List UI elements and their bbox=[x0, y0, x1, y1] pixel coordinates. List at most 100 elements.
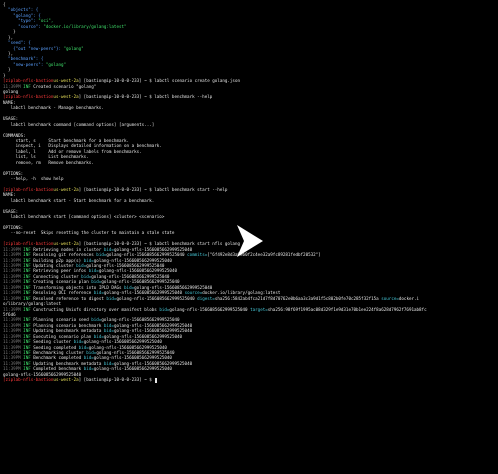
terminal-segment: bid= bbox=[83, 355, 94, 361]
terminal-segment: inspect, i Displays detailed information… bbox=[3, 143, 162, 149]
terminal-segment: 11:39PM bbox=[3, 350, 24, 355]
terminal-segment: Updating benchmark metadata bbox=[33, 328, 104, 334]
terminal-segment: INF bbox=[23, 339, 34, 345]
terminal-segment: [ziplab-nfls-bastion bbox=[3, 241, 54, 247]
terminal-segment: golang-nfls-1566085662999525040 bbox=[134, 284, 213, 290]
terminal-segment: bid= bbox=[106, 295, 117, 301]
terminal-segment: Resolved reference to digest bbox=[33, 295, 107, 301]
terminal-segment: INF bbox=[23, 279, 34, 285]
terminal-segment: "golang" bbox=[45, 61, 67, 67]
terminal-segment: ] [bastion@ip-10-0-0-233] ~ $ labctl sce… bbox=[78, 78, 240, 84]
terminal-segment: source= bbox=[381, 295, 399, 301]
terminal-segment: } bbox=[3, 29, 16, 35]
terminal-segment: target= bbox=[250, 306, 268, 312]
terminal-segment: Planning scenario seed bbox=[33, 317, 92, 323]
terminal-segment: [ziplab-nfls-bastion bbox=[3, 78, 54, 84]
terminal-segment: INF bbox=[23, 252, 34, 258]
terminal-segment: list, ls List benchmarks. bbox=[3, 154, 89, 160]
terminal-segment: 11:39PM bbox=[3, 257, 24, 263]
terminal-segment: golang-nfls-1566085662999525040 bbox=[106, 252, 188, 258]
terminal-segment: { bbox=[3, 2, 6, 7]
terminal-segment: 11:39PM bbox=[3, 317, 24, 323]
play-icon[interactable] bbox=[236, 224, 268, 258]
terminal-segment: golang-nfls-1566085662999525040 bbox=[93, 257, 172, 263]
terminal-segment: INF bbox=[23, 344, 34, 350]
terminal-segment: golang-nfls-1566085662999525040 bbox=[113, 246, 193, 252]
terminal-segment: bid= bbox=[96, 252, 107, 258]
terminal-segment: labctl benchmark - Manage benchmarks. bbox=[3, 105, 104, 111]
terminal-segment: Benchmark completed bbox=[33, 355, 84, 361]
terminal-segment: INF bbox=[23, 257, 34, 263]
terminal-segment: golang-nfls-1566085662999525040 bbox=[93, 366, 172, 372]
terminal-segment: [ziplab-nfls-bastion bbox=[3, 94, 54, 100]
terminal-segment: "source": bbox=[3, 23, 44, 29]
terminal-segment: bid= bbox=[81, 273, 92, 279]
terminal-segment: Constructing Unixfs directory over manif… bbox=[33, 306, 160, 312]
terminal-segment: Updating benchmark metadata bbox=[33, 360, 104, 366]
terminal-segment: bid= bbox=[78, 344, 89, 350]
terminal-segment: docker.io/library/golang:latest bbox=[202, 290, 281, 296]
terminal-segment: 11:39PM bbox=[3, 360, 24, 366]
terminal-segment: sha256:98f69f1995ac08d329f1e9d31e70b1ee2… bbox=[267, 306, 427, 312]
terminal-segment: 11:39PM bbox=[3, 366, 24, 372]
terminal-segment: golang-nfls-1566085662999525040 bbox=[101, 279, 180, 285]
terminal-segment: "golang": { bbox=[3, 12, 41, 18]
terminal-segment: digest= bbox=[197, 295, 215, 301]
terminal-segment: "oci", bbox=[38, 18, 54, 24]
terminal-segment: Executing scenario plan bbox=[33, 333, 94, 339]
terminal-output: { "objects": { "golang": { "type": "oci"… bbox=[3, 2, 498, 383]
terminal-segment: Completed benchmark bbox=[33, 366, 84, 372]
terminal-segment: 11:39PM bbox=[3, 246, 24, 252]
terminal-segment: golang-nfls-1566085662999525040 bbox=[91, 273, 170, 279]
terminal-segment: golang-nfls-1566085662999525040 bbox=[3, 371, 82, 377]
terminal-segment: Connecting cluster bbox=[33, 273, 82, 279]
terminal-segment: bid= bbox=[83, 257, 94, 263]
terminal-segment: golang-nfls-1566085662999525040 bbox=[116, 295, 198, 301]
terminal-segment: 11:39PM bbox=[3, 273, 24, 279]
terminal-segment: us-west-2a bbox=[53, 186, 79, 192]
terminal-segment: INF bbox=[23, 317, 34, 323]
terminal-segment: bid= bbox=[91, 279, 102, 285]
terminal-segment: golang-nfls-1566085662999525040 bbox=[113, 328, 193, 334]
terminal-segment: Seeding cluster bbox=[33, 339, 74, 345]
terminal-segment: 11:39PM bbox=[3, 284, 24, 290]
terminal-segment: }, bbox=[3, 50, 14, 56]
terminal-segment: INF bbox=[23, 328, 34, 334]
terminal-segment: NAME: bbox=[3, 192, 16, 198]
terminal-segment: bid= bbox=[103, 360, 114, 366]
terminal-segment: golang-nfls-1566085662999525040 bbox=[101, 317, 180, 323]
terminal-segment: bid= bbox=[93, 290, 104, 296]
terminal-window[interactable]: { "objects": { "golang": { "type": "oci"… bbox=[0, 0, 498, 474]
terminal-segment: golang-nfls-1566085662999525040 bbox=[83, 339, 162, 345]
terminal-segment: ] [bastion@ip-10-0-0-233] ~ $ labctl ben… bbox=[78, 94, 213, 100]
terminal-segment: --no-reset Skips resetting the cluster t… bbox=[3, 230, 175, 236]
terminal-segment: Resolving git references bbox=[33, 252, 97, 258]
terminal-segment: 11:39PM bbox=[3, 333, 24, 339]
terminal-segment: golang bbox=[3, 89, 19, 94]
terminal-segment: INF bbox=[23, 306, 34, 312]
terminal-segment: source= bbox=[184, 290, 203, 296]
terminal-segment: 11:39PM bbox=[3, 263, 24, 268]
terminal-segment: 11:39PM bbox=[3, 83, 24, 89]
terminal-segment: bid= bbox=[88, 268, 99, 274]
terminal-segment: INF bbox=[23, 83, 34, 89]
terminal-segment: Planning scenario benchmark bbox=[33, 322, 104, 328]
terminal-segment: Benchmarking cluster bbox=[33, 350, 87, 355]
terminal-segment: Seeding completed bbox=[33, 344, 79, 350]
terminal-segment: golang-nfls-1566085662999525040 bbox=[113, 322, 193, 328]
terminal-segment: 11:39PM bbox=[3, 290, 24, 296]
terminal-segment: golang-nfls-1566085662999525040 bbox=[98, 268, 177, 274]
terminal-segment: INF bbox=[23, 322, 34, 328]
terminal-segment: "type": bbox=[3, 18, 39, 24]
terminal-segment: --help, -h show help bbox=[3, 176, 64, 181]
terminal-segment: golang-nfls-1566085662999525040 bbox=[96, 350, 175, 355]
terminal-segment: remove, rm Remove benchmarks. bbox=[3, 159, 94, 165]
terminal-segment: us-west-2a bbox=[53, 94, 79, 100]
terminal-cursor bbox=[155, 377, 158, 383]
terminal-segment: Retrieving nodes in cluster bbox=[33, 246, 104, 252]
terminal-segment: "seed": { bbox=[3, 40, 31, 46]
terminal-segment: docker.i bbox=[398, 295, 420, 301]
terminal-segment: } bbox=[3, 67, 11, 73]
terminal-segment: label, l Add or remove labels from bench… bbox=[3, 148, 142, 154]
terminal-segment: us-west-2a bbox=[53, 78, 79, 84]
